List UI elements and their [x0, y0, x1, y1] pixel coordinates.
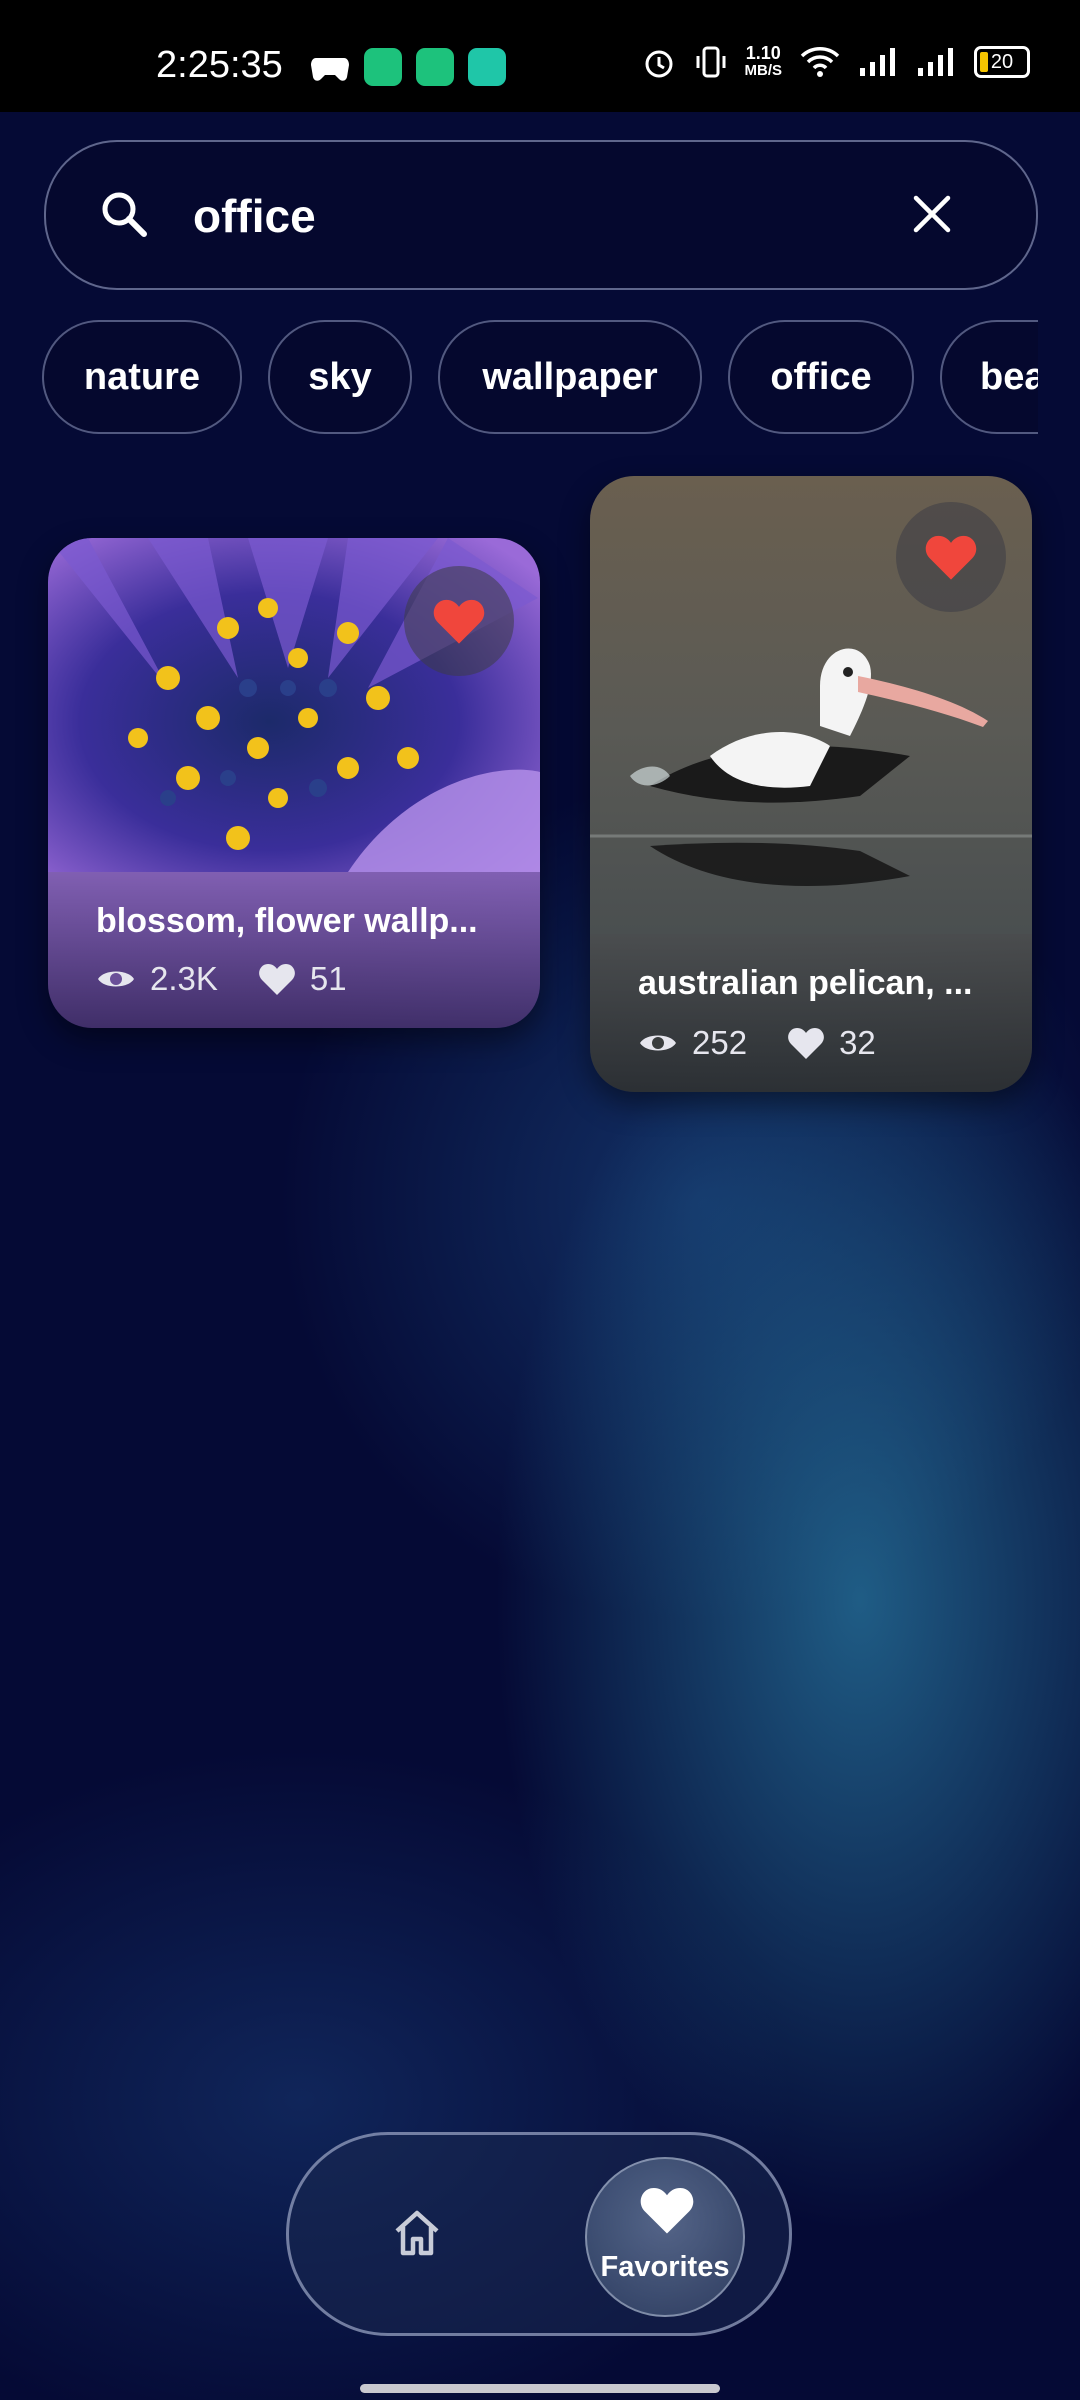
card-title: blossom, flower wallp... [96, 902, 478, 940]
heart-icon [925, 535, 977, 580]
favorite-button[interactable] [896, 502, 1006, 612]
wallpaper-card[interactable]: australian pelican, ... 252 32 [590, 476, 1032, 1092]
network-speed-unit: MB/S [744, 62, 783, 79]
eye-icon [98, 971, 134, 987]
card-info: blossom, flower wallp... 2.3K 51 [48, 872, 540, 1028]
heart-icon [640, 2187, 694, 2234]
signal-icon [860, 48, 895, 76]
status-bar: 2:25:35 1.10 MB/S 20 [0, 0, 1080, 112]
search-icon [102, 192, 147, 237]
wifi-icon [800, 47, 840, 77]
nav-favorites-label: Favorites [600, 2251, 730, 2283]
notification-icons [310, 48, 506, 86]
alarm-icon [645, 50, 672, 78]
heart-icon [788, 1028, 824, 1059]
bottom-navigation: Favorites [286, 2132, 792, 2336]
network-speed-value: 1.10 [745, 43, 781, 63]
wallpaper-card[interactable]: blossom, flower wallp... 2.3K 51 [48, 538, 540, 1028]
system-icons: 1.10 MB/S 20 [641, 44, 1030, 80]
like-count: 51 [309, 960, 347, 997]
chip-office[interactable]: office [728, 320, 914, 434]
chip-wallpaper[interactable]: wallpaper [438, 320, 702, 434]
heart-icon [259, 964, 295, 995]
battery-level: 20 [990, 50, 1014, 73]
view-count: 252 [692, 1024, 748, 1061]
search-input[interactable] [191, 180, 895, 252]
eye-icon [640, 1035, 676, 1051]
view-count: 2.3K [150, 960, 218, 997]
like-count: 32 [839, 1024, 876, 1061]
card-info: australian pelican, ... 252 32 [590, 934, 1032, 1092]
home-icon[interactable] [389, 2205, 445, 2261]
network-speed: 1.10 MB/S [745, 44, 783, 80]
card-stats: 2.3K 51 [96, 960, 347, 998]
tag-chips: nature sky wallpaper office bea [42, 320, 1038, 438]
battery-icon: 20 [974, 46, 1030, 78]
chip-sky[interactable]: sky [268, 320, 412, 434]
vibrate-icon [696, 46, 725, 78]
search-bar[interactable] [44, 140, 1038, 290]
status-time: 2:25:35 [156, 44, 283, 86]
close-icon[interactable] [910, 192, 954, 236]
game-controller-icon [311, 58, 349, 81]
card-title: australian pelican, ... [638, 964, 973, 1002]
card-stats: 252 32 [638, 1024, 876, 1062]
app-notification-icon [364, 48, 402, 86]
nav-favorites-button[interactable]: Favorites [585, 2157, 745, 2317]
home-indicator[interactable] [360, 2384, 720, 2393]
signal-icon-2 [918, 48, 953, 76]
chip-nature[interactable]: nature [42, 320, 242, 434]
heart-icon [433, 599, 485, 644]
chat-notification-icon [416, 48, 454, 86]
chip-bea[interactable]: bea [940, 320, 1038, 434]
favorite-button[interactable] [404, 566, 514, 676]
message-notification-icon [468, 48, 506, 86]
